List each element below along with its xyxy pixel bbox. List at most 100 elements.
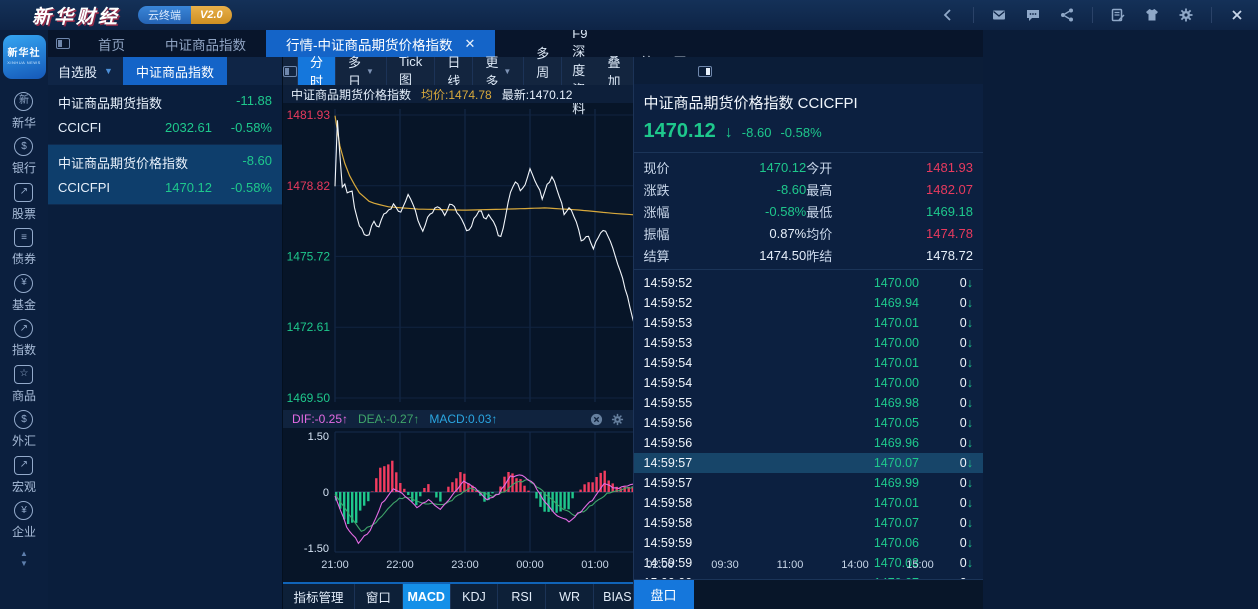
watchlist-group-dropdown[interactable]: 自选股 ▼	[48, 57, 123, 85]
stat-label: 涨跌	[644, 180, 686, 199]
tick-time: 14:59:53	[644, 336, 720, 350]
watchlist-tab-active[interactable]: 中证商品指数	[123, 57, 227, 85]
toolbar-button-多日[interactable]: 多日▼	[336, 57, 387, 85]
dea-value-label: DEA:-0.27↑	[358, 412, 419, 426]
tab-close-icon[interactable]: ✕	[465, 36, 476, 52]
tick-price: 1470.07	[720, 456, 930, 470]
down-arrow-icon: ↓	[967, 556, 973, 570]
last-price: 1470.12	[644, 120, 716, 143]
app-logo: 新华财经	[32, 2, 120, 29]
tab-中证商品指数[interactable]: 中证商品指数	[145, 30, 266, 57]
tick-row[interactable]: 14:59:521469.940↓	[634, 293, 984, 313]
chevron-left-icon[interactable]	[939, 6, 957, 24]
tick-row[interactable]: 14:59:581470.010↓	[634, 493, 984, 513]
商品-icon: ☆	[14, 365, 33, 384]
price-change: -8.60	[742, 125, 772, 140]
indicator-button-RSI[interactable]: RSI	[498, 584, 546, 609]
tick-row[interactable]: 14:59:541470.000↓	[634, 373, 984, 393]
gear-icon[interactable]	[1177, 6, 1195, 24]
tick-row[interactable]: 14:59:531470.000↓	[634, 333, 984, 353]
sidebar-item-label: 基金	[12, 296, 36, 313]
sidebar-item-债券[interactable]: ≡债券	[12, 228, 36, 267]
tick-row[interactable]: 14:59:591470.060↓	[634, 533, 984, 553]
watchlist-item[interactable]: 中证商品期货价格指数-8.60CCICFPI1470.12-0.58%	[48, 145, 282, 205]
tick-volume-value: 0	[960, 516, 967, 530]
宏观-icon: ↗	[14, 456, 33, 475]
sidebar-item-商品[interactable]: ☆商品	[12, 365, 36, 404]
toolbar-button-多周期[interactable]: 多周期	[524, 57, 562, 85]
toolbar-button-F9深度资料[interactable]: F9深度资料	[562, 57, 597, 85]
instrument-name: 中证商品期货价格指数	[291, 86, 411, 103]
instrument-change: -11.88	[236, 93, 272, 112]
sidebar-item-基金[interactable]: ¥基金	[12, 274, 36, 313]
sidebar-item-企业[interactable]: ¥企业	[12, 501, 36, 540]
price-change-pct: -0.58%	[780, 125, 821, 140]
indicator-button-指标管理[interactable]: 指标管理	[283, 584, 355, 609]
svg-text:1.50: 1.50	[308, 431, 329, 443]
shirt-icon[interactable]	[1143, 6, 1161, 24]
toolbar-button-日线[interactable]: 日线	[435, 57, 473, 85]
toolbar-button-叠加[interactable]: 叠加	[597, 57, 630, 85]
svg-text:1472.61: 1472.61	[287, 320, 331, 334]
sidebar-item-股票[interactable]: ↗股票	[12, 183, 36, 222]
sidebar-item-新华[interactable]: 新新华	[12, 92, 36, 131]
down-arrow-icon: ↓	[967, 516, 973, 530]
tick-price: 1470.01	[720, 356, 930, 370]
panel-toggle-left[interactable]	[48, 30, 78, 57]
tab-首页[interactable]: 首页	[78, 30, 145, 57]
share-icon[interactable]	[1058, 6, 1076, 24]
gear-icon[interactable]	[611, 413, 624, 426]
sidebar-item-label: 外汇	[12, 432, 36, 449]
indicator-button-KDJ[interactable]: KDJ	[451, 584, 499, 609]
close-circle-icon[interactable]	[590, 413, 603, 426]
toolbar-button-更多[interactable]: 更多▼	[473, 57, 524, 85]
tick-row[interactable]: 14:59:541470.010↓	[634, 353, 984, 373]
sidebar-item-银行[interactable]: $银行	[12, 137, 36, 176]
chat-icon[interactable]	[1024, 6, 1042, 24]
toolbar-button-Tick图[interactable]: Tick图	[387, 57, 435, 85]
quote-stats: 现价1470.12今开1481.93涨跌-8.60最高1482.07涨幅-0.5…	[634, 152, 984, 270]
toolbar-button-分时[interactable]: 分时	[298, 57, 336, 85]
svg-text:1475.72: 1475.72	[287, 249, 331, 263]
down-arrow-icon: ↓	[967, 376, 973, 390]
panel-split-icon	[56, 38, 70, 49]
topbar-separator	[973, 7, 974, 23]
close-icon[interactable]	[1228, 6, 1246, 24]
tick-volume-value: 0	[960, 276, 967, 290]
indicator-button-MACD[interactable]: MACD	[403, 584, 451, 609]
panel-toggle-chart[interactable]	[283, 57, 298, 85]
tick-time: 14:59:52	[644, 276, 720, 290]
tick-row[interactable]: 14:59:581470.070↓	[634, 513, 984, 533]
tick-row[interactable]: 14:59:561469.960↓	[634, 433, 984, 453]
sidebar-item-label: 企业	[12, 523, 36, 540]
sidebar-item-label: 指数	[12, 341, 36, 358]
logo-text-en: XINHUA NEWS	[7, 61, 41, 65]
tick-row[interactable]: 14:59:571470.070↓	[634, 453, 984, 473]
tick-row[interactable]: 14:59:561470.050↓	[634, 413, 984, 433]
sidebar-item-宏观[interactable]: ↗宏观	[12, 456, 36, 495]
tick-row[interactable]: 14:59:521470.000↓	[634, 273, 984, 293]
indicator-button-窗口[interactable]: 窗口	[355, 584, 403, 609]
tick-price: 1470.03	[720, 556, 930, 570]
tick-volume-value: 0	[960, 536, 967, 550]
sidebar-item-指数[interactable]: ↗指数	[12, 319, 36, 358]
xinhua-news-logo[interactable]: 新华社 XINHUA NEWS	[3, 35, 46, 79]
债券-icon: ≡	[14, 228, 33, 247]
tick-row[interactable]: 14:59:551469.980↓	[634, 393, 984, 413]
stat-value: 1470.12	[686, 160, 807, 175]
mail-icon[interactable]	[990, 6, 1008, 24]
stat-value: -0.58%	[686, 204, 807, 219]
watchlist-item[interactable]: 中证商品期货指数-11.88CCICFI2032.61-0.58%	[48, 85, 282, 145]
sidebar-item-label: 新华	[12, 114, 36, 131]
down-arrow-icon: ↓	[967, 456, 973, 470]
tab-行情-中证商品期货价格指数[interactable]: 行情-中证商品期货价格指数✕	[266, 30, 495, 57]
sidebar-scroll-arrows[interactable]: ▲▼	[20, 549, 28, 570]
tick-price: 1470.00	[720, 376, 930, 390]
tick-row[interactable]: 14:59:531470.010↓	[634, 313, 984, 333]
tick-row[interactable]: 14:59:571469.990↓	[634, 473, 984, 493]
indicator-button-WR[interactable]: WR	[546, 584, 594, 609]
tick-volume-value: 0	[960, 316, 967, 330]
sidebar-item-外汇[interactable]: $外汇	[12, 410, 36, 449]
order-book-tab[interactable]: 盘口	[634, 580, 694, 609]
memo-icon[interactable]	[1109, 6, 1127, 24]
